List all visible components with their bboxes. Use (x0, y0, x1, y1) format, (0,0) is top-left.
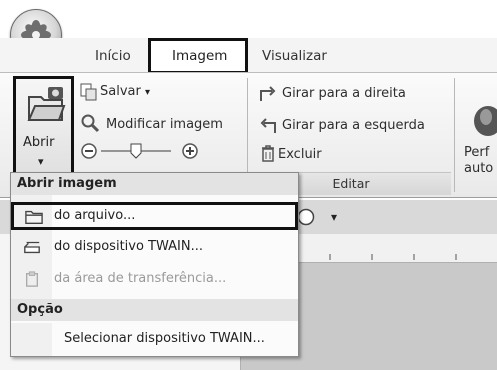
toolbar-dropdown[interactable]: ▾ (331, 210, 337, 224)
save-icon (80, 83, 97, 101)
zoom-slider[interactable] (81, 141, 241, 161)
tab-imagem-label: Imagem (172, 48, 228, 64)
menu-item-from-file[interactable]: do arquivo... (11, 202, 298, 230)
open-button-label: Abrir (23, 135, 55, 150)
profile-button-line2[interactable]: auto (464, 161, 493, 176)
scanner-icon (24, 241, 40, 254)
rotate-left-button[interactable]: Girar para a esquerda (282, 118, 425, 133)
open-image-menu: Abrir imagem do arquivo... do dispositiv… (10, 172, 299, 357)
clipboard-icon (26, 271, 38, 287)
menu-item-label: do dispositivo TWAIN... (54, 239, 203, 254)
delete-button[interactable]: Excluir (278, 147, 322, 162)
tab-row (0, 38, 497, 74)
menu-item-from-clipboard[interactable]: da área de transferência... (11, 265, 298, 293)
modify-image-button[interactable]: Modificar imagem (106, 117, 223, 132)
rotate-right-icon (260, 86, 276, 101)
open-dropdown-arrow[interactable]: ▾ (38, 155, 44, 168)
save-button[interactable]: Salvar ▾ (100, 84, 150, 99)
menu-item-label: da área de transferência... (54, 271, 227, 286)
rotate-left-icon (260, 118, 276, 133)
tab-imagem[interactable]: Imagem (148, 38, 248, 74)
profile-icon (474, 106, 497, 136)
save-dropdown-arrow: ▾ (144, 87, 151, 98)
save-label: Salvar (100, 84, 141, 99)
menu-item-select-twain[interactable]: Selecionar dispositivo TWAIN... (11, 325, 298, 353)
folder-icon (25, 210, 43, 224)
menu-item-label: Selecionar dispositivo TWAIN... (64, 331, 265, 346)
menu-item-label: do arquivo... (54, 208, 136, 223)
trash-icon (262, 145, 274, 162)
profile-button-line1[interactable]: Perf (464, 145, 489, 160)
menu-header-option: Opção (11, 299, 298, 321)
menu-item-from-twain[interactable]: do dispositivo TWAIN... (11, 233, 298, 261)
open-folder-icon (27, 87, 66, 121)
menu-header-open-image: Abrir imagem (11, 173, 298, 195)
modify-image-icon (81, 114, 100, 133)
tab-inicio[interactable]: Início (95, 48, 131, 64)
help-circle-icon[interactable] (297, 208, 315, 226)
rotate-right-button[interactable]: Girar para a direita (282, 86, 406, 101)
tab-visualizar[interactable]: Visualizar (262, 48, 327, 64)
ribbon-separator (454, 78, 455, 192)
